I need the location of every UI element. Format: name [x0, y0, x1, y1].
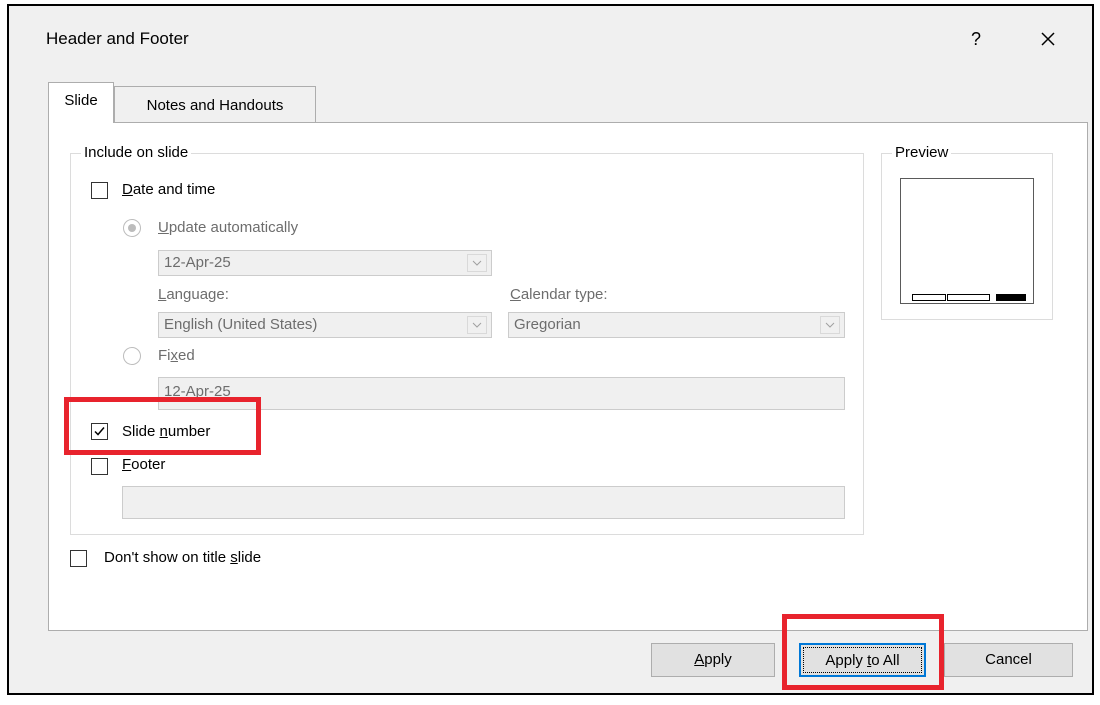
date-time-checkbox[interactable] — [91, 182, 108, 199]
language-value: English (United States) — [164, 316, 318, 333]
footer-input[interactable] — [122, 486, 845, 519]
date-format-value: 12-Apr-25 — [164, 254, 231, 271]
fixed-date-value: 12-Apr-25 — [164, 383, 231, 400]
slide-number-label[interactable]: Slide number — [122, 423, 210, 440]
chevron-down-icon — [467, 254, 487, 272]
include-on-slide-group — [70, 153, 864, 535]
update-automatically-radio[interactable] — [123, 219, 141, 237]
fixed-radio[interactable] — [123, 347, 141, 365]
footer-checkbox[interactable] — [91, 458, 108, 475]
preview-legend: Preview — [892, 144, 952, 161]
dont-show-title-label[interactable]: Don't show on title slide — [104, 549, 261, 566]
date-format-select[interactable]: 12-Apr-25 — [158, 250, 492, 276]
preview-date-placeholder — [912, 294, 946, 301]
language-label: Language: — [158, 286, 229, 303]
date-time-label[interactable]: Date and time — [122, 181, 215, 198]
calendar-type-label: Calendar type: — [510, 286, 608, 303]
fixed-date-input[interactable]: 12-Apr-25 — [158, 377, 845, 410]
apply-to-all-button[interactable]: Apply to All — [799, 643, 926, 677]
slide-number-checkbox[interactable] — [91, 423, 108, 440]
include-on-slide-legend: Include on slide — [81, 144, 192, 161]
fixed-label[interactable]: Fixed — [158, 347, 195, 364]
preview-footer-placeholder — [947, 294, 990, 301]
dont-show-title-checkbox[interactable] — [70, 550, 87, 567]
calendar-type-value: Gregorian — [514, 316, 581, 333]
slide-preview — [900, 178, 1034, 304]
language-select[interactable]: English (United States) — [158, 312, 492, 338]
checkmark-icon — [94, 427, 105, 436]
cancel-button[interactable]: Cancel — [944, 643, 1073, 677]
preview-slide-number-placeholder — [996, 294, 1026, 301]
chevron-down-icon — [467, 316, 487, 334]
apply-button[interactable]: Apply — [651, 643, 775, 677]
update-automatically-label[interactable]: Update automatically — [158, 219, 298, 236]
footer-label[interactable]: Footer — [122, 456, 165, 473]
chevron-down-icon — [820, 316, 840, 334]
calendar-type-select[interactable]: Gregorian — [508, 312, 845, 338]
